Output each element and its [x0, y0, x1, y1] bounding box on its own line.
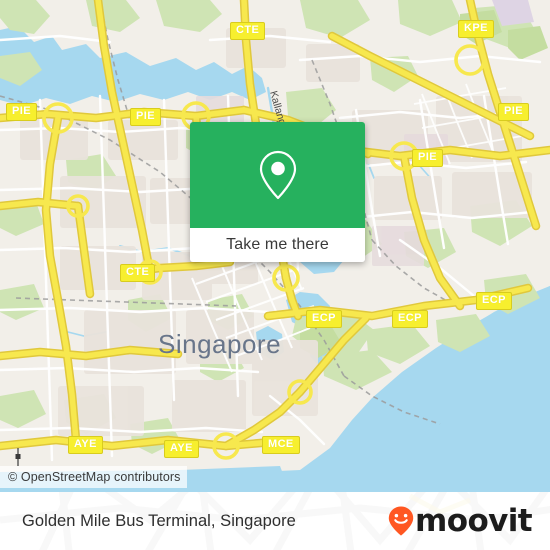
highway-shield-pie: PIE: [498, 103, 529, 122]
highway-shield-ecp: ECP: [306, 310, 342, 329]
take-me-there-button[interactable]: Take me there: [190, 228, 365, 262]
highway-shield-aye: AYE: [164, 440, 199, 459]
highway-shield-aye: AYE: [68, 436, 103, 455]
osm-attribution-text: © OpenStreetMap contributors: [8, 470, 181, 484]
highway-shield-pie: PIE: [130, 108, 161, 127]
moovit-logo[interactable]: moovit: [388, 502, 533, 539]
highway-shield-cte: CTE: [230, 22, 266, 41]
highway-shield-pie: PIE: [412, 149, 443, 168]
moovit-wordmark: moovit: [415, 502, 533, 539]
svg-text:Singapore: Singapore: [158, 329, 281, 359]
highway-shield-ecp: ECP: [392, 310, 428, 329]
location-pin-icon: [256, 149, 300, 201]
place-title: Golden Mile Bus Terminal, Singapore: [22, 511, 296, 530]
highway-shield-cte: CTE: [120, 264, 156, 283]
moovit-map-screenshot: Singapore Kallang PIE PIE CTE KPE PIE PIE CTE E…: [0, 0, 550, 550]
take-me-there-label: Take me there: [226, 236, 329, 253]
bottom-info-bar: Golden Mile Bus Terminal, Singapore moov…: [0, 492, 550, 550]
bottom-bar-content: Golden Mile Bus Terminal, Singapore moov…: [0, 492, 550, 550]
take-me-there-card[interactable]: Take me there: [190, 122, 365, 262]
card-image-area: [190, 122, 365, 228]
highway-shield-ecp: ECP: [476, 292, 512, 311]
osm-attribution[interactable]: © OpenStreetMap contributors: [0, 466, 187, 488]
highway-shield-mce: MCE: [262, 436, 300, 455]
highway-shield-kpe: KPE: [458, 20, 494, 39]
moovit-smiley-pin-icon: [388, 506, 414, 536]
highway-shield-pie: PIE: [6, 103, 37, 122]
